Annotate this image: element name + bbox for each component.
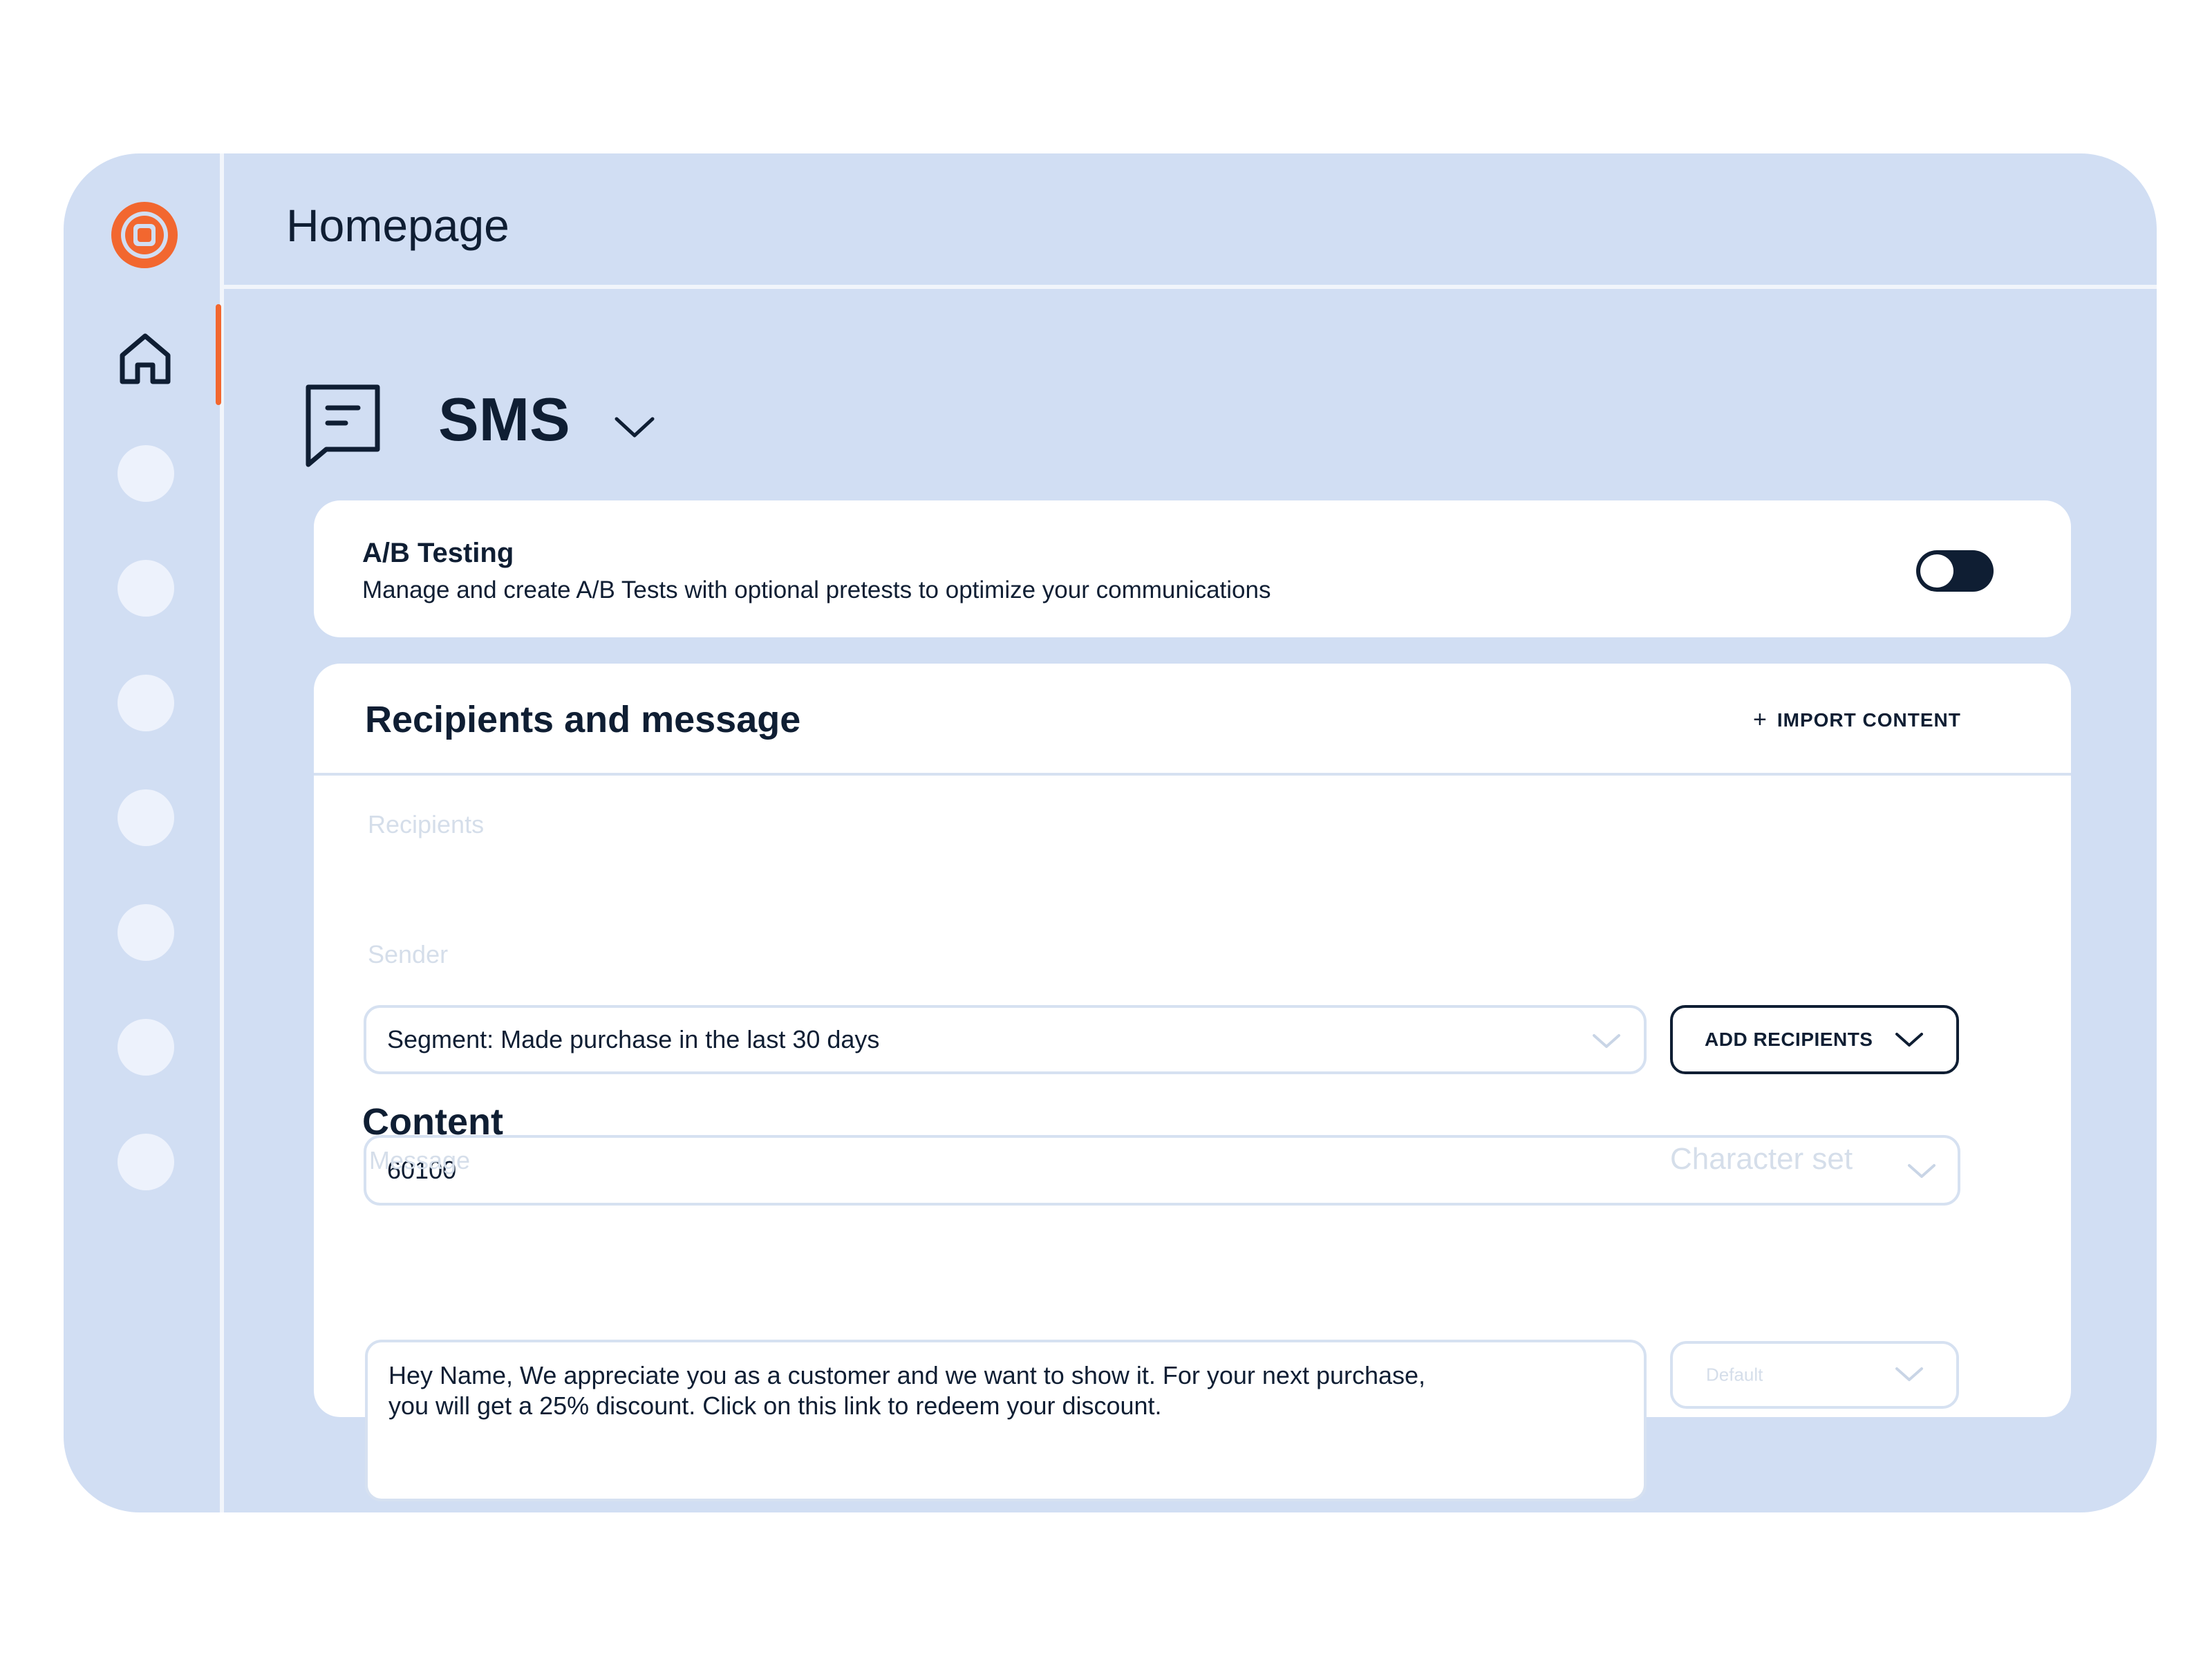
message-textarea[interactable]: Hey Name, We appreciate you as a custome… bbox=[365, 1340, 1647, 1501]
ab-testing-title: A/B Testing bbox=[362, 538, 514, 568]
ab-testing-description: Manage and create A/B Tests with optiona… bbox=[362, 577, 1271, 603]
plus-icon: + bbox=[1753, 706, 1768, 733]
message-label: Message bbox=[369, 1146, 471, 1174]
sidebar-item-3[interactable] bbox=[118, 675, 174, 731]
sidebar-item-1[interactable] bbox=[118, 445, 174, 502]
message-text: Hey Name, We appreciate you as a custome… bbox=[388, 1361, 1426, 1420]
chevron-down-icon bbox=[1908, 1164, 1936, 1178]
add-recipients-button[interactable]: ADD RECIPIENTS bbox=[1670, 1005, 1959, 1074]
charset-placeholder: Default bbox=[1706, 1364, 1763, 1385]
sidebar-item-7[interactable] bbox=[118, 1134, 174, 1190]
app-window: Homepage SMS A/B Testing Manage and crea… bbox=[64, 153, 2157, 1512]
chevron-down-icon bbox=[1593, 1034, 1620, 1048]
toggle-knob bbox=[1920, 554, 1953, 588]
add-recipients-label: ADD RECIPIENTS bbox=[1705, 1029, 1873, 1050]
content-title: Content bbox=[362, 1101, 503, 1143]
channel-label[interactable]: SMS bbox=[438, 384, 570, 455]
recipients-select[interactable]: Segment: Made purchase in the last 30 da… bbox=[364, 1005, 1647, 1074]
sidebar-item-5[interactable] bbox=[118, 904, 174, 961]
chevron-down-icon bbox=[1895, 1367, 1923, 1381]
charset-select[interactable]: Default bbox=[1670, 1341, 1959, 1409]
charset-label: Character set bbox=[1670, 1142, 1853, 1176]
import-content-label: IMPORT CONTENT bbox=[1777, 709, 1961, 731]
recipients-label: Recipients bbox=[368, 810, 485, 838]
ab-testing-toggle[interactable] bbox=[1916, 550, 1994, 592]
page-title: Homepage bbox=[286, 200, 509, 251]
active-nav-indicator bbox=[216, 304, 221, 405]
concentric-square-logo-icon[interactable] bbox=[110, 200, 179, 270]
card-divider bbox=[314, 773, 2071, 776]
section-title: Recipients and message bbox=[365, 699, 801, 740]
sidebar-item-4[interactable] bbox=[118, 789, 174, 846]
sidebar-item-6[interactable] bbox=[118, 1019, 174, 1076]
recipients-value: Segment: Made purchase in the last 30 da… bbox=[387, 1025, 880, 1053]
ab-testing-card: A/B Testing Manage and create A/B Tests … bbox=[314, 500, 2071, 637]
chevron-down-icon bbox=[1895, 1033, 1923, 1047]
recipients-message-card: Recipients and message + IMPORT CONTENT … bbox=[314, 664, 2071, 1501]
home-icon[interactable] bbox=[115, 328, 175, 387]
import-content-button[interactable]: + IMPORT CONTENT bbox=[1753, 706, 1961, 733]
sender-label: Sender bbox=[368, 940, 449, 968]
sidebar-item-2[interactable] bbox=[118, 560, 174, 617]
chevron-down-icon[interactable] bbox=[612, 413, 657, 441]
header-divider bbox=[224, 285, 2157, 289]
chat-message-icon bbox=[306, 384, 380, 467]
